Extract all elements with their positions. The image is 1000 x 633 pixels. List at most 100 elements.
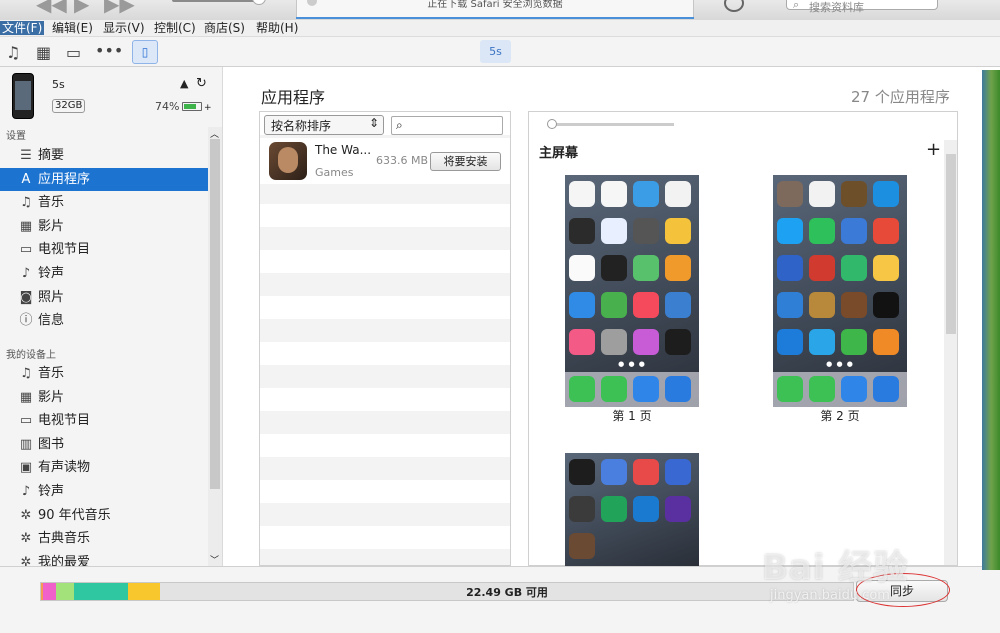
- home-page-3[interactable]: [565, 453, 699, 566]
- account-icon[interactable]: [724, 0, 744, 12]
- app-tile[interactable]: [665, 459, 691, 485]
- app-tile[interactable]: [569, 459, 595, 485]
- sidebar-item[interactable]: ▥ 图书: [0, 433, 208, 456]
- app-tile[interactable]: [633, 496, 659, 522]
- screens-scroll-thumb[interactable]: [946, 154, 956, 334]
- storage-bar[interactable]: [40, 582, 854, 601]
- sidebar-item[interactable]: ▭ 电视节目: [0, 409, 208, 432]
- app-tile[interactable]: [569, 255, 595, 281]
- volume-knob[interactable]: [252, 0, 266, 5]
- sidebar-item[interactable]: ✲ 我的最爱: [0, 551, 208, 566]
- volume-slider[interactable]: [172, 0, 258, 2]
- sidebar-item[interactable]: ▦ 影片: [0, 386, 208, 409]
- app-search-input[interactable]: ⌕: [391, 116, 503, 135]
- more-icon[interactable]: •••: [95, 41, 123, 60]
- sidebar-item[interactable]: ◙ 照片: [0, 286, 208, 309]
- app-tile[interactable]: [841, 292, 867, 318]
- app-tile[interactable]: [601, 292, 627, 318]
- sort-select[interactable]: 按名称排序 ⇕: [264, 115, 384, 135]
- app-tile[interactable]: [601, 329, 627, 355]
- app-tile[interactable]: [777, 329, 803, 355]
- app-tile[interactable]: [873, 329, 899, 355]
- app-tile[interactable]: [841, 255, 867, 281]
- app-tile[interactable]: [601, 218, 627, 244]
- app-tile[interactable]: [809, 255, 835, 281]
- install-button[interactable]: 将要安装: [430, 152, 501, 171]
- app-tile[interactable]: [873, 181, 899, 207]
- device-name-pill[interactable]: 5s: [480, 40, 511, 63]
- app-tile[interactable]: [777, 218, 803, 244]
- sidebar-item[interactable]: ▣ 有声读物: [0, 456, 208, 479]
- home-page-2[interactable]: ● ● ●: [773, 175, 907, 407]
- sidebar-item[interactable]: ☰ 摘要: [0, 144, 208, 167]
- dock-app-tile[interactable]: [809, 376, 835, 402]
- sidebar-item[interactable]: ♪ 铃声: [0, 480, 208, 503]
- app-tile[interactable]: [665, 496, 691, 522]
- menu-item[interactable]: 编辑(E): [50, 21, 95, 35]
- home-page-1[interactable]: ● ● ●: [565, 175, 699, 407]
- app-tile[interactable]: [777, 181, 803, 207]
- app-tile[interactable]: [569, 329, 595, 355]
- scroll-down-icon[interactable]: ﹀: [210, 553, 219, 566]
- dock-app-tile[interactable]: [633, 376, 659, 402]
- app-tile[interactable]: [873, 218, 899, 244]
- library-search-input[interactable]: ⌕ 搜索资料库: [786, 0, 938, 14]
- app-tile[interactable]: [633, 218, 659, 244]
- app-tile[interactable]: [601, 496, 627, 522]
- app-tile[interactable]: [633, 181, 659, 207]
- zoom-slider[interactable]: [548, 123, 674, 126]
- dock-app-tile[interactable]: [665, 376, 691, 402]
- dock-app-tile[interactable]: [841, 376, 867, 402]
- app-tile[interactable]: [569, 496, 595, 522]
- menu-item[interactable]: 显示(V): [101, 21, 147, 35]
- dock-app-tile[interactable]: [569, 376, 595, 402]
- app-tile[interactable]: [809, 292, 835, 318]
- sidebar-item[interactable]: ✲ 古典音乐: [0, 527, 208, 550]
- rewind-icon[interactable]: ◀◀: [36, 0, 67, 16]
- app-tile[interactable]: [873, 292, 899, 318]
- app-tile[interactable]: [665, 218, 691, 244]
- app-tile[interactable]: [777, 292, 803, 318]
- app-tile[interactable]: [841, 329, 867, 355]
- sidebar-item[interactable]: ♫ 音乐: [0, 362, 208, 385]
- app-tile[interactable]: [601, 181, 627, 207]
- app-tile[interactable]: [665, 292, 691, 318]
- film-icon[interactable]: ▦: [36, 43, 51, 62]
- tv-icon[interactable]: ▭: [66, 43, 81, 62]
- sidebar-item[interactable]: ▦ 影片: [0, 215, 208, 238]
- app-tile[interactable]: [665, 329, 691, 355]
- sidebar-item[interactable]: A 应用程序: [0, 167, 208, 191]
- app-tile[interactable]: [569, 292, 595, 318]
- menu-item[interactable]: 控制(C): [152, 21, 198, 35]
- zoom-knob[interactable]: [547, 119, 557, 129]
- app-tile[interactable]: [633, 292, 659, 318]
- app-tile[interactable]: [633, 255, 659, 281]
- app-tile[interactable]: [809, 218, 835, 244]
- app-tile[interactable]: [633, 459, 659, 485]
- app-tile[interactable]: [665, 255, 691, 281]
- app-tile[interactable]: [601, 459, 627, 485]
- music-icon[interactable]: ♫: [6, 43, 20, 62]
- app-tile[interactable]: [777, 255, 803, 281]
- dock-app-tile[interactable]: [601, 376, 627, 402]
- app-tile[interactable]: [601, 255, 627, 281]
- app-tile[interactable]: [809, 181, 835, 207]
- add-page-icon[interactable]: +: [926, 139, 941, 160]
- sidebar-item[interactable]: ⓘ 信息: [0, 309, 208, 332]
- device-phone-icon[interactable]: ▯: [132, 40, 158, 64]
- app-tile[interactable]: [665, 181, 691, 207]
- sidebar-item[interactable]: ♫ 音乐: [0, 191, 208, 214]
- dock-app-tile[interactable]: [777, 376, 803, 402]
- play-icon[interactable]: ▶: [74, 0, 89, 16]
- app-tile[interactable]: [809, 329, 835, 355]
- app-tile[interactable]: [873, 255, 899, 281]
- sidebar-item[interactable]: ▭ 电视节目: [0, 238, 208, 261]
- app-tile[interactable]: [569, 533, 595, 559]
- app-tile[interactable]: [633, 329, 659, 355]
- sidebar-scroll-thumb[interactable]: [210, 139, 220, 489]
- app-tile[interactable]: [841, 181, 867, 207]
- app-tile[interactable]: [569, 181, 595, 207]
- sidebar-item[interactable]: ✲ 90 年代音乐: [0, 504, 208, 527]
- menu-item[interactable]: 商店(S): [202, 21, 247, 35]
- sidebar-item[interactable]: ♪ 铃声: [0, 262, 208, 285]
